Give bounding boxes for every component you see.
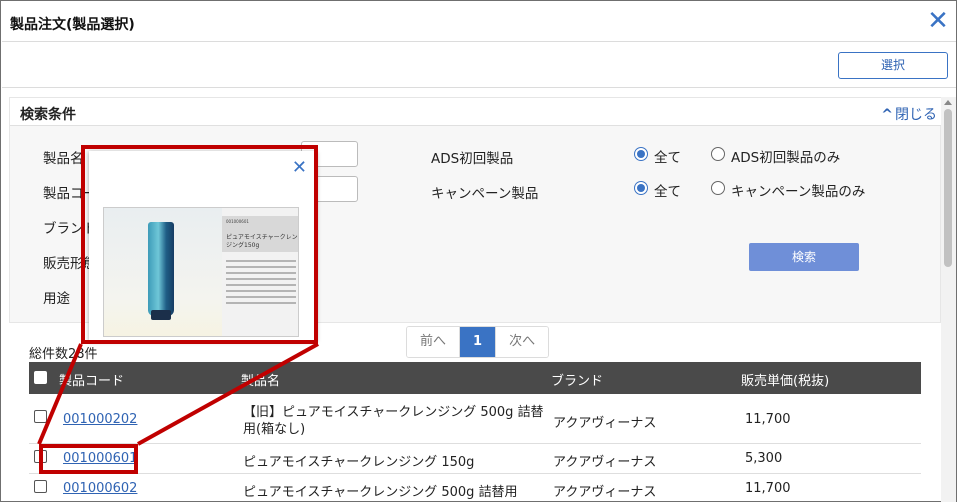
row-checkbox[interactable] [34, 410, 47, 423]
callout-popup-frame [81, 145, 318, 344]
column-header-brand[interactable]: ブランド [551, 370, 603, 389]
campaign-all-radio[interactable] [634, 181, 648, 195]
ads-all-label: 全て [654, 150, 681, 166]
product-name-cell: ピュアモイスチャークレンジング 150g [243, 455, 475, 470]
search-title: 検索条件 [20, 107, 76, 123]
row-checkbox[interactable] [34, 480, 47, 493]
product-code-link[interactable]: 001000602 [63, 481, 137, 496]
dialog-window: 製品注文(製品選択) ✕ 選択 検索条件 ^ 閉じる 製品名 製品コード ブランド… [0, 0, 957, 502]
dialog-title-bar: 製品注文(製品選択) ✕ [2, 2, 956, 42]
select-all-checkbox[interactable] [34, 371, 47, 384]
callout-code-frame [39, 444, 138, 474]
usage-label: 用途 [43, 291, 70, 307]
column-header-price[interactable]: 販売単価(税抜) [741, 370, 829, 389]
brand-cell: アクアヴィーナス [553, 455, 657, 470]
campaign-only-radio[interactable] [711, 181, 725, 195]
select-button[interactable]: 選択 [838, 52, 948, 79]
price-cell: 11,700 [745, 412, 791, 427]
ads-only-radio[interactable] [711, 147, 725, 161]
current-page-button[interactable]: 1 [460, 327, 497, 357]
scroll-up-icon[interactable] [944, 100, 952, 105]
table-row: 001000602 ピュアモイスチャークレンジング 500g 詰替用 アクアヴィ… [29, 474, 921, 502]
product-name-cell: 【旧】ピュアモイスチャークレンジング 500g 詰替用(箱なし) [243, 405, 544, 437]
scroll-thumb[interactable] [944, 109, 952, 267]
price-cell: 5,300 [745, 451, 783, 466]
campaign-label: キャンペーン製品 [431, 186, 539, 202]
search-header: 検索条件 ^ 閉じる [10, 98, 942, 126]
brand-cell: アクアヴィーナス [553, 416, 657, 431]
collapse-label: 閉じる [895, 107, 937, 123]
campaign-only-label: キャンペーン製品のみ [731, 184, 866, 200]
divider [2, 87, 956, 88]
column-header-name[interactable]: 製品名 [241, 370, 280, 389]
product-code-link[interactable]: 001000202 [63, 412, 137, 427]
dialog-title: 製品注文(製品選択) [10, 17, 135, 33]
table-header: 製品コード 製品名 ブランド 販売単価(税抜) [29, 362, 921, 394]
column-header-code[interactable]: 製品コード [59, 370, 124, 389]
search-button[interactable]: 検索 [749, 243, 859, 271]
product-name-cell: ピュアモイスチャークレンジング 500g 詰替用 [243, 485, 518, 500]
chevron-up-icon: ^ [881, 107, 893, 123]
pagination: 前へ 1 次へ [406, 326, 550, 358]
collapse-link[interactable]: ^ 閉じる [881, 104, 937, 124]
next-page-button[interactable]: 次へ [496, 327, 549, 357]
brand-cell: アクアヴィーナス [553, 485, 657, 500]
ads-all-radio[interactable] [634, 147, 648, 161]
table-row: 001000202 【旧】ピュアモイスチャークレンジング 500g 詰替用(箱な… [29, 396, 921, 444]
price-cell: 11,700 [745, 481, 791, 496]
ads-first-label: ADS初回製品 [431, 151, 514, 167]
close-icon[interactable]: ✕ [926, 8, 950, 34]
total-count: 総件数28件 [29, 347, 98, 362]
table-row: 001000601 ピュアモイスチャークレンジング 150g アクアヴィーナス … [29, 444, 921, 474]
prev-page-button[interactable]: 前へ [407, 327, 461, 357]
ads-only-label: ADS初回製品のみ [731, 150, 841, 166]
scrollbar[interactable] [941, 97, 956, 502]
product-name-label: 製品名 [43, 151, 84, 167]
campaign-all-label: 全て [654, 184, 681, 200]
